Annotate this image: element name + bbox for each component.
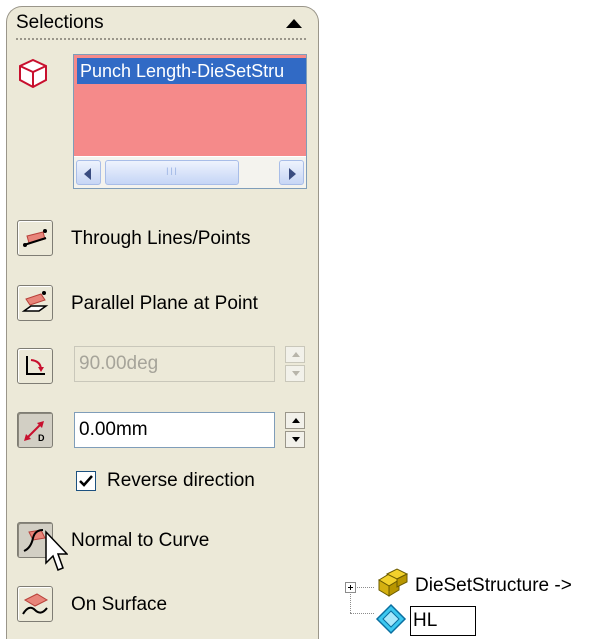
chevron-left-icon	[84, 168, 91, 180]
feature-tree: DieSetStructure -> HL	[340, 566, 595, 639]
distance-decrement-button[interactable]	[285, 431, 305, 448]
reverse-direction-checkbox[interactable]	[76, 471, 96, 491]
angle-button[interactable]	[17, 348, 53, 384]
offset-distance-button[interactable]: D	[17, 412, 53, 448]
through-lines-points-button[interactable]	[17, 220, 53, 256]
tree-connector	[350, 613, 374, 614]
angle-field[interactable]: 90.00deg	[74, 346, 275, 382]
scrollbar-thumb[interactable]: III	[105, 160, 239, 185]
tree-connector	[350, 594, 351, 613]
offset-distance-icon: D	[24, 421, 45, 443]
on-surface-label[interactable]: On Surface	[71, 594, 167, 616]
plane-name-edit-field[interactable]: HL	[410, 606, 476, 636]
distance-increment-button[interactable]	[285, 412, 305, 429]
parallel-plane-at-point-button[interactable]	[17, 285, 53, 321]
scroll-right-button[interactable]	[279, 160, 304, 185]
chevron-up-icon	[292, 352, 300, 357]
parallel-plane-at-point-label[interactable]: Parallel Plane at Point	[71, 293, 258, 315]
through-lines-points-icon	[23, 229, 47, 247]
scroll-left-button[interactable]	[76, 160, 101, 185]
on-surface-button[interactable]	[17, 586, 53, 622]
tree-connector	[357, 587, 374, 588]
selection-listbox[interactable]: Punch Length-DieSetStru III	[73, 54, 307, 189]
reverse-direction-label[interactable]: Reverse direction	[107, 470, 255, 492]
chevron-right-icon	[289, 168, 296, 180]
on-surface-icon	[22, 593, 49, 615]
plane-reference-icon	[16, 56, 50, 95]
chevron-down-icon	[292, 371, 300, 376]
assembly-component-icon[interactable]	[375, 568, 409, 603]
chevron-down-icon	[292, 437, 300, 442]
selections-title: Selections	[16, 12, 104, 33]
distance-spinner[interactable]	[285, 412, 305, 448]
collapse-icon[interactable]	[286, 19, 302, 28]
mouse-pointer-icon	[44, 530, 69, 579]
plane-feature-icon[interactable]	[374, 602, 408, 641]
parallel-plane-at-point-icon	[21, 291, 49, 312]
expand-plus-icon[interactable]	[345, 582, 356, 593]
angle-decrement-button[interactable]	[285, 365, 305, 382]
normal-to-curve-label[interactable]: Normal to Curve	[71, 530, 209, 552]
angle-spinner[interactable]	[285, 346, 305, 382]
header-divider	[16, 38, 306, 40]
distance-field[interactable]: 0.00mm	[74, 412, 275, 448]
angle-increment-button[interactable]	[285, 346, 305, 363]
svg-text:D: D	[38, 433, 45, 443]
horizontal-scrollbar[interactable]: III	[74, 157, 306, 188]
selected-reference-item[interactable]: Punch Length-DieSetStru	[77, 58, 306, 84]
tree-item-diesetstructure[interactable]: DieSetStructure ->	[415, 575, 572, 597]
chevron-up-icon	[292, 418, 300, 423]
angle-icon	[26, 356, 45, 375]
through-lines-points-label[interactable]: Through Lines/Points	[71, 228, 251, 250]
checkmark-icon	[79, 475, 93, 487]
selections-header[interactable]: Selections	[8, 8, 306, 38]
